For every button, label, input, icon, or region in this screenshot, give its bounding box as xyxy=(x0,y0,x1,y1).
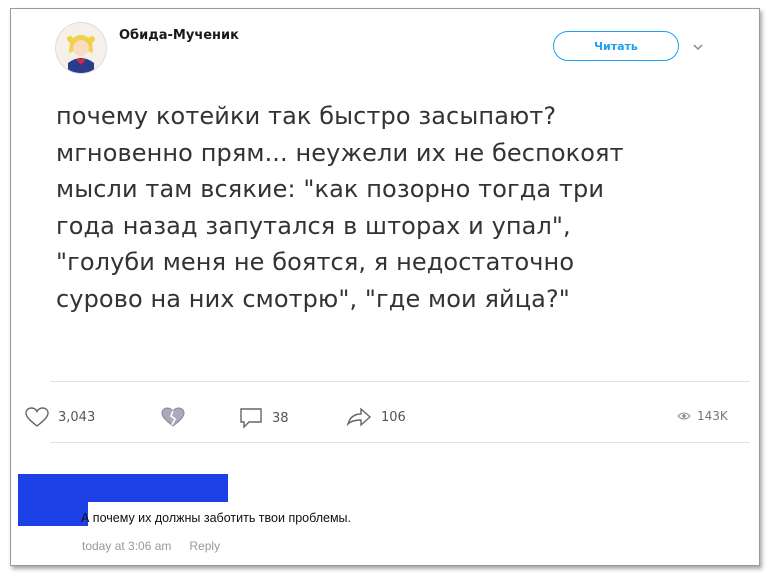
share-action[interactable]: 106 xyxy=(345,406,406,428)
reply-action[interactable]: 38 xyxy=(238,406,289,430)
tweet-author[interactable]: Обида-Мученик xyxy=(119,28,239,43)
reply-link[interactable]: Reply xyxy=(189,539,220,553)
chevron-down-icon[interactable] xyxy=(693,42,703,52)
broken-heart-icon xyxy=(161,407,185,427)
dislike-action[interactable] xyxy=(159,406,187,428)
like-count: 3,043 xyxy=(58,409,96,425)
tweet-text: почему котейки так быстро засыпают? мгно… xyxy=(56,102,624,313)
divider xyxy=(50,381,750,382)
follow-button[interactable]: Читать xyxy=(553,31,679,61)
redaction-bar xyxy=(18,498,88,526)
reply-count: 38 xyxy=(272,410,289,426)
like-action[interactable]: 3,043 xyxy=(24,406,95,428)
avatar[interactable] xyxy=(55,22,107,74)
eye-icon xyxy=(677,412,691,420)
divider xyxy=(50,442,750,443)
comment-meta: today at 3:06 am Reply xyxy=(82,539,220,553)
share-count: 106 xyxy=(381,409,406,425)
view-count: 143K xyxy=(697,409,728,423)
share-icon xyxy=(346,407,372,427)
heart-icon xyxy=(25,407,49,427)
comment-timestamp: today at 3:06 am xyxy=(82,539,172,553)
comment-icon xyxy=(240,408,262,429)
views-counter: 143K xyxy=(677,409,728,423)
comment-text: А почему их должны заботить твои проблем… xyxy=(81,511,352,525)
avatar-image xyxy=(56,23,106,73)
